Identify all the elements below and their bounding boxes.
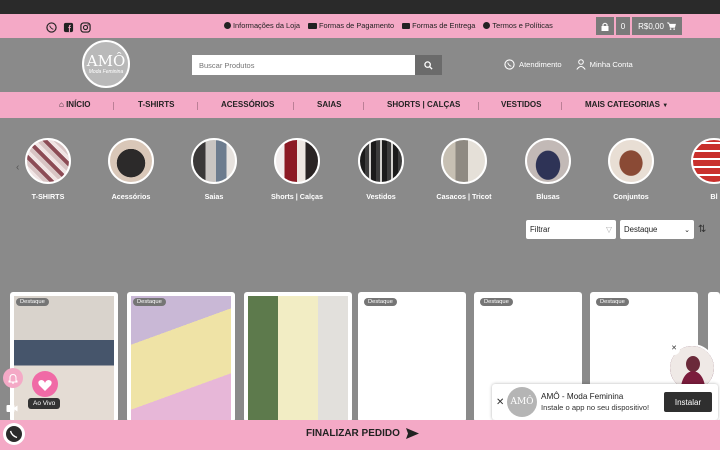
category-partial[interactable]: Bl	[690, 138, 720, 201]
category-tshirts[interactable]: T-SHIRTS	[24, 138, 72, 201]
finalizar-pedido-button[interactable]: FINALIZAR PEDIDO	[306, 428, 419, 439]
app-logo: AMÔ	[507, 387, 537, 417]
product-image	[131, 296, 231, 422]
app-title: AMÔ - Moda Feminina	[541, 392, 624, 401]
nav-separator	[363, 102, 364, 110]
cart-price: R$0,00	[638, 21, 664, 31]
camera-icon[interactable]	[6, 400, 18, 418]
social-links	[46, 20, 91, 33]
facebook-icon[interactable]	[63, 20, 74, 33]
header-links: Atendimento Minha Conta	[504, 59, 633, 70]
install-app-banner: ✕ AMÔ AMÔ - Moda Feminina Instale o app …	[492, 384, 718, 420]
whatsapp-icon[interactable]	[46, 20, 57, 33]
top-black-strip	[0, 0, 720, 14]
credit-card-icon	[307, 23, 317, 29]
minha-conta-link[interactable]: Minha Conta	[576, 59, 633, 70]
info-link-pagamento[interactable]: Formas de Pagamento	[307, 21, 394, 30]
close-icon[interactable]: ✕	[668, 343, 680, 355]
nav-separator	[478, 102, 479, 110]
search-button[interactable]	[415, 55, 442, 75]
category-image	[608, 138, 654, 184]
category-acessorios[interactable]: Acessórios	[107, 138, 155, 201]
logo-text: AMÔ	[86, 51, 126, 70]
caret-down-icon: ▼	[662, 103, 669, 109]
category-casacos-tricot[interactable]: Casacos | Tricot	[436, 138, 492, 201]
category-conjuntos[interactable]: Conjuntos	[607, 138, 655, 201]
search-bar	[192, 55, 442, 75]
category-image	[274, 138, 320, 184]
heart-icon	[32, 371, 58, 397]
nav-item-saias[interactable]: SAIAS	[317, 100, 341, 109]
info-link-entrega[interactable]: Formas de Entrega	[402, 21, 475, 30]
nav-separator	[561, 102, 562, 110]
filter-dropdown[interactable]: Filtrar ▽	[526, 220, 616, 239]
product-card[interactable]: Destaque	[127, 292, 235, 422]
nav-item-vestidos[interactable]: VESTIDOS	[501, 100, 541, 109]
user-icon	[576, 59, 586, 70]
product-card[interactable]: Destaque	[358, 292, 466, 422]
search-input[interactable]	[192, 55, 415, 75]
category-image	[441, 138, 487, 184]
nav-separator	[113, 102, 114, 110]
info-links: Informações da Loja Formas de Pagamento …	[224, 21, 553, 30]
cart-box: 0 R$0,00	[596, 17, 682, 35]
sort-order-icon[interactable]: ⇅	[698, 224, 706, 235]
close-icon[interactable]: ✕	[496, 397, 504, 408]
search-icon	[424, 60, 433, 70]
nav-item-shorts-calcas[interactable]: SHORTS | CALÇAS	[387, 100, 460, 109]
nav-separator	[197, 102, 198, 110]
nav-item-mais-categorias[interactable]: MAIS CATEGORIAS ▼	[585, 100, 668, 109]
live-badge[interactable]: Ao Vivo	[28, 398, 61, 409]
send-icon	[405, 428, 419, 439]
category-saias[interactable]: Saias	[190, 138, 238, 201]
category-shorts-calcas[interactable]: Shorts | Calças	[271, 138, 323, 201]
category-image	[25, 138, 71, 184]
bell-icon[interactable]	[3, 368, 23, 388]
cart-icon	[666, 22, 676, 30]
truck-icon	[402, 23, 411, 29]
category-image	[525, 138, 571, 184]
funnel-icon: ▽	[606, 225, 612, 234]
logo-subtext: Moda Feminina	[88, 68, 124, 75]
install-button[interactable]: Instalar	[664, 392, 712, 412]
main-nav: ⌂ INÍCIO T-SHIRTS ACESSÓRIOS SAIAS SHORT…	[0, 92, 720, 118]
whatsapp-float-button[interactable]	[3, 423, 25, 445]
whatsapp-icon	[6, 426, 22, 442]
atendimento-link[interactable]: Atendimento	[504, 59, 562, 70]
category-carousel: T-SHIRTS Acessórios Saias Shorts | Calça…	[0, 138, 720, 208]
gear-icon	[483, 22, 491, 29]
category-image	[358, 138, 404, 184]
instagram-icon[interactable]	[80, 20, 91, 33]
cart-count[interactable]: 0	[616, 17, 630, 35]
sort-select[interactable]: Destaque ⌄	[620, 220, 694, 239]
chevron-down-icon: ⌄	[684, 226, 690, 234]
home-icon: ⌂	[59, 100, 64, 109]
category-image	[108, 138, 154, 184]
category-vestidos[interactable]: Vestidos	[357, 138, 405, 201]
category-image	[691, 138, 720, 184]
store-logo[interactable]: AMÔ Moda Feminina	[82, 40, 130, 88]
lock-icon[interactable]	[596, 17, 614, 35]
cart-total-button[interactable]: R$0,00	[632, 17, 682, 35]
category-blusas[interactable]: Blusas	[524, 138, 572, 201]
info-link-loja[interactable]: Informações da Loja	[224, 21, 300, 30]
nav-item-tshirts[interactable]: T-SHIRTS	[138, 100, 174, 109]
whatsapp-icon	[504, 59, 515, 70]
nav-separator	[293, 102, 294, 110]
product-card[interactable]	[244, 292, 352, 422]
nav-item-acessorios[interactable]: ACESSÓRIOS	[221, 100, 274, 109]
filters: Filtrar ▽ Destaque ⌄	[526, 220, 694, 239]
product-image	[248, 296, 348, 422]
app-subtitle: Instale o app no seu dispositivo!	[541, 403, 650, 412]
info-link-termos[interactable]: Termos e Políticas	[483, 21, 553, 30]
info-icon	[224, 22, 231, 29]
nav-item-inicio[interactable]: ⌂ INÍCIO	[59, 100, 91, 109]
category-image	[191, 138, 237, 184]
